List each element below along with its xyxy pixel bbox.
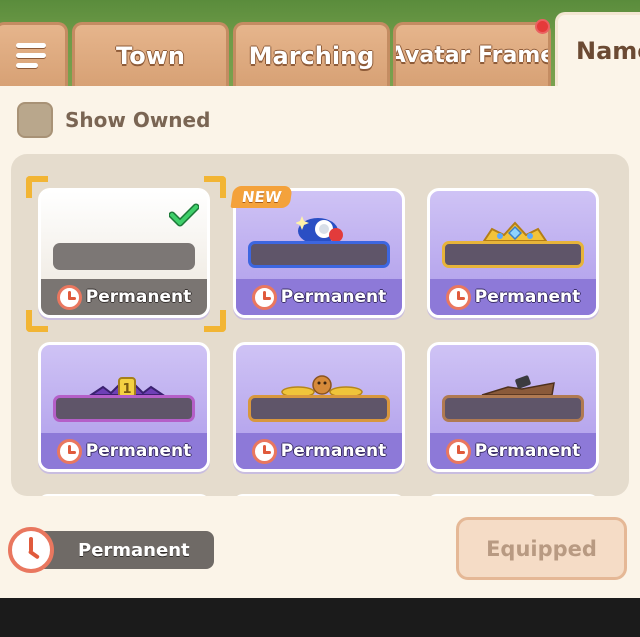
nameplate-preview [248,241,390,268]
clock-icon [445,284,471,310]
nameplate-grid: Permanent Permanent Permanent 1 Permanen… [11,154,629,496]
clock-icon [251,438,277,464]
tab-avatar-frame[interactable]: Avatar Frame [393,22,551,86]
clock-icon [445,438,471,464]
nameplate-preview [248,395,390,422]
card-footer: Permanent [430,279,596,315]
nameplate-card[interactable]: Permanent [38,188,210,318]
show-owned-checkbox[interactable] [17,102,53,138]
selected-duration: Permanent [8,527,214,573]
show-owned-toggle[interactable]: Show Owned [17,102,210,138]
gold-pile-ornament-icon [281,375,363,397]
bottom-letterbox [0,598,640,637]
nameplate-preview [442,241,584,268]
category-tab-bar: Town Marching Avatar Frame Namep [0,12,640,86]
duration-label: Permanent [474,287,581,307]
card-footer: Permanent [41,279,207,315]
duration-pill: Permanent [38,531,214,569]
nameplate-preview [53,243,195,270]
nameplate-preview [53,395,195,422]
nameplate-card[interactable] [38,494,210,496]
tab-label: Namep [576,36,640,65]
duration-label: Permanent [280,441,387,461]
nameplate-card[interactable] [427,494,599,496]
nameplate-preview [442,395,584,422]
selection-corner [26,176,48,198]
nameplate-card[interactable]: Permanent [427,188,599,318]
nameplate-card[interactable]: Permanent [427,342,599,472]
tab-label: Marching [248,41,375,70]
selection-corner [26,310,48,332]
tab-marching[interactable]: Marching [233,22,390,86]
tab-nameplate[interactable]: Namep [555,12,640,86]
menu-icon [16,43,46,68]
clock-icon [56,284,82,310]
card-footer: Permanent [41,433,207,469]
hammer-ornament-icon [481,375,555,396]
tab-town[interactable]: Town [72,22,229,86]
check-icon [169,203,199,227]
duration-label: Permanent [280,287,387,307]
notification-dot [535,19,550,34]
card-footer: Permanent [236,279,402,315]
show-owned-label: Show Owned [65,108,211,132]
clock-icon [8,527,54,573]
duration-label: Permanent [85,287,192,307]
duration-label: Permanent [474,441,581,461]
menu-button[interactable] [0,22,68,86]
selection-corner [204,310,226,332]
card-footer: Permanent [236,433,402,469]
duration-label: Permanent [78,539,190,561]
clock-icon [251,284,277,310]
nameplate-card[interactable]: 1 Permanent [38,342,210,472]
card-footer: Permanent [430,433,596,469]
selection-corner [204,176,226,198]
nameplate-screen: Town Marching Avatar Frame Namep Show Ow… [0,0,640,598]
equipped-button[interactable]: Equipped [456,517,627,580]
duration-label: Permanent [85,441,192,461]
new-badge: NEW [230,186,293,208]
equipped-label: Equipped [486,536,597,561]
nameplate-card[interactable] [233,494,405,496]
clock-icon [56,438,82,464]
tab-label: Avatar Frame [393,43,551,68]
tab-label: Town [116,41,185,70]
nameplate-card[interactable]: Permanent [233,342,405,472]
